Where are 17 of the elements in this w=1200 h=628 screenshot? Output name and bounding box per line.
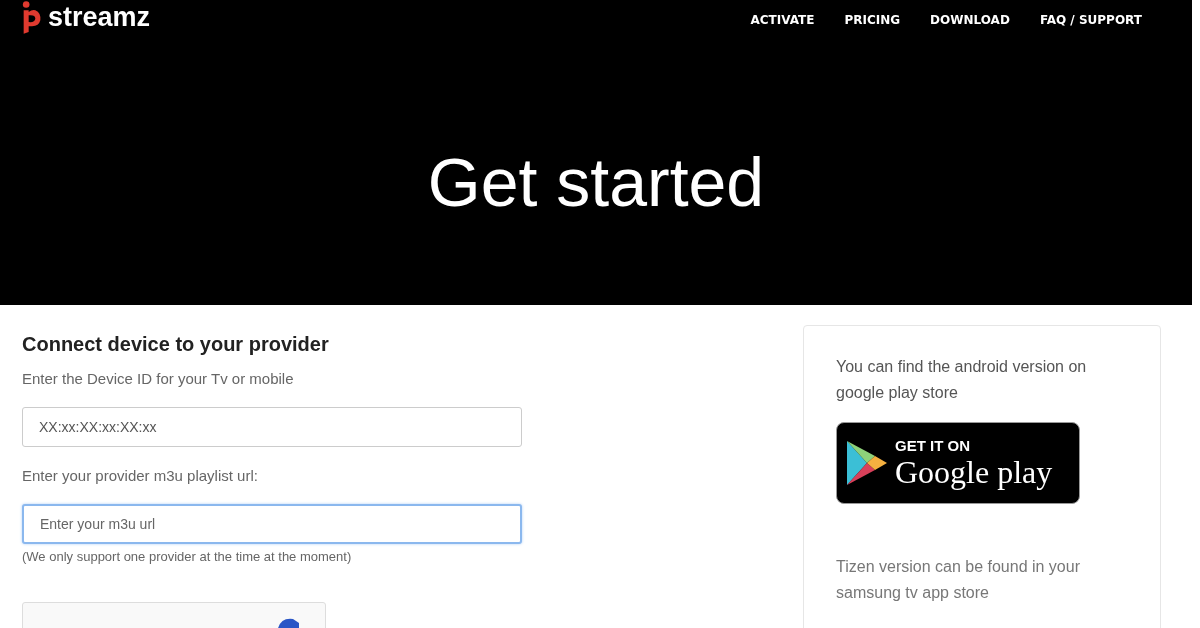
android-text: You can find the android version on google play store: [836, 357, 1088, 403]
input-field[interactable]: Enter your m3u url: [22, 504, 522, 544]
google-play-badge[interactable]: GET IT ON Google play: [836, 422, 1080, 504]
nav-link[interactable]: ACTIVATE: [750, 13, 815, 27]
nav-link[interactable]: DOWNLOAD: [930, 13, 1010, 27]
input-field[interactable]: XX:xx:XX:xx:XX:xx: [22, 407, 522, 447]
logo-text[interactable]: streamz: [48, 1, 151, 33]
field-label: Enter the Device ID for your Tv or mobile: [22, 370, 295, 387]
play-icon: [847, 441, 887, 485]
tizen-text: Tizen version can be found in your samsung tv app store: [836, 557, 1081, 603]
hero-title: Get started: [426, 143, 766, 222]
nav-link[interactable]: FAQ / SUPPORT: [1039, 13, 1142, 27]
field-note: (We only support one provider at the time at the moment): [22, 549, 353, 564]
nav-link[interactable]: PRICING: [844, 13, 901, 27]
logo-icon: [22, 0, 42, 35]
field-label: Enter your provider m3u playlist url:: [22, 467, 259, 484]
form-heading: Connect device to your provider: [22, 333, 330, 356]
